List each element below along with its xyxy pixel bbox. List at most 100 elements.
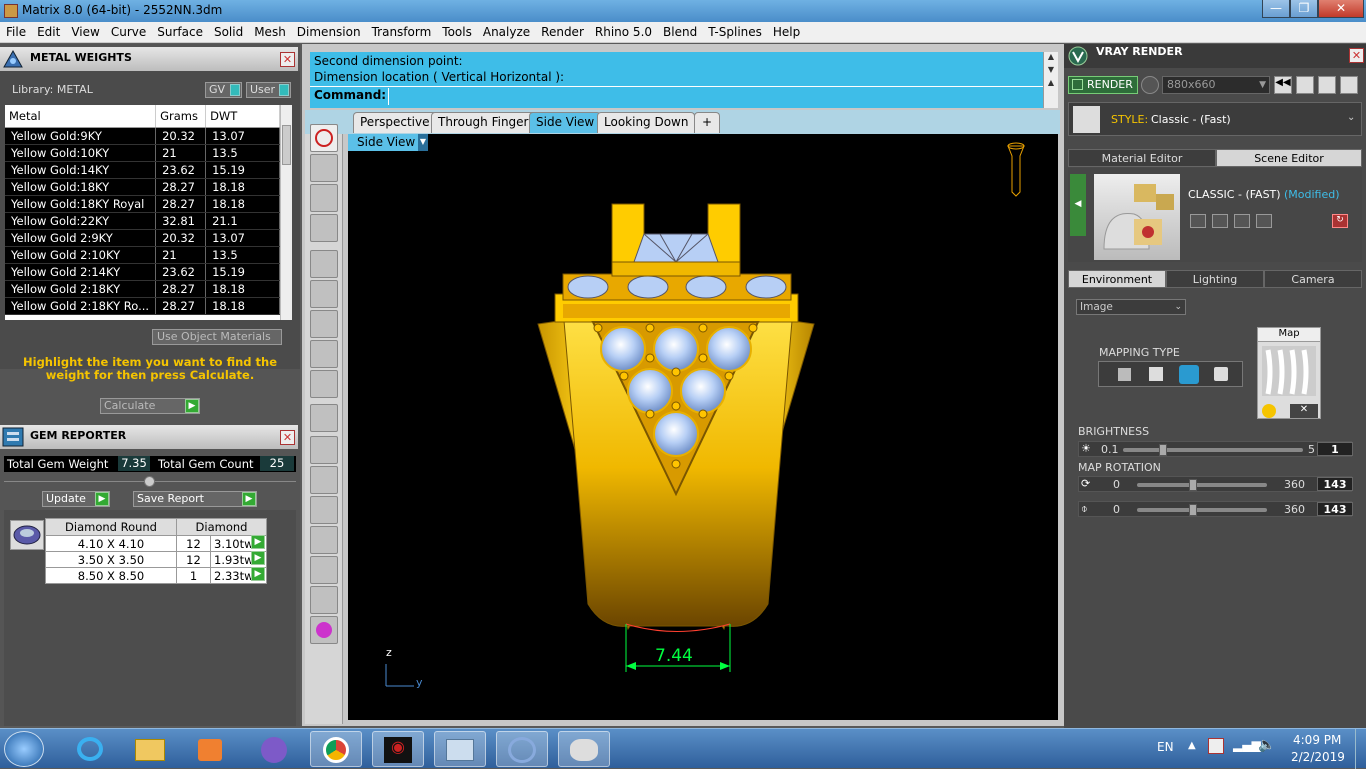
rotation-value-2[interactable]: 143: [1317, 502, 1353, 516]
menu-edit[interactable]: Edit: [31, 22, 65, 39]
col-grams[interactable]: Grams: [155, 105, 207, 128]
export-preset-icon[interactable]: [1234, 214, 1250, 228]
table-row[interactable]: Yellow Gold:18KY Royal 28.27 18.18: [5, 195, 280, 213]
box-edit-icon[interactable]: [310, 310, 338, 338]
render-button[interactable]: RENDER: [1068, 76, 1138, 94]
plane-mapping-icon[interactable]: [1118, 368, 1131, 381]
environment-type-select[interactable]: Image ⌄: [1076, 299, 1186, 315]
rotation-value-1[interactable]: 143: [1317, 477, 1353, 491]
network-icon[interactable]: ▂▄▆: [1233, 738, 1261, 752]
network-icon[interactable]: [310, 214, 338, 242]
save-as-preset-icon[interactable]: [1212, 214, 1228, 228]
axis-icon[interactable]: [310, 250, 338, 278]
show-hidden-icons-icon[interactable]: ▲: [1188, 740, 1196, 751]
table-row[interactable]: Yellow Gold:22KY 32.81 21.1: [5, 212, 280, 230]
col-dwt[interactable]: DWT: [205, 105, 280, 128]
taskbar-viber-icon[interactable]: [248, 731, 300, 767]
table-row[interactable]: Yellow Gold 2:18KY 28.27 18.18: [5, 280, 280, 298]
brightness-slider-thumb[interactable]: [1159, 444, 1167, 456]
rotation-slider-2[interactable]: [1137, 508, 1267, 512]
menu-tsplines[interactable]: T-Splines: [702, 22, 767, 39]
tab-through-finger[interactable]: Through Finger: [431, 112, 536, 133]
grid-icon[interactable]: [1340, 76, 1358, 94]
pencil-icon[interactable]: [310, 436, 338, 464]
tab-scene-editor[interactable]: Scene Editor: [1216, 149, 1362, 167]
taskbar-explorer-icon[interactable]: [124, 731, 176, 767]
menu-tools[interactable]: Tools: [436, 22, 477, 39]
add-tab-icon[interactable]: +: [694, 112, 720, 133]
history-icon[interactable]: [310, 556, 338, 584]
table-row[interactable]: Yellow Gold:9KY 20.32 13.07: [5, 127, 280, 145]
metal-table-scrollbar[interactable]: [280, 105, 292, 320]
tab-lighting[interactable]: Lighting: [1166, 270, 1264, 288]
table-row[interactable]: Yellow Gold:10KY 21 13.5: [5, 144, 280, 162]
language-indicator[interactable]: EN: [1157, 740, 1174, 754]
box-copy-icon[interactable]: [310, 340, 338, 368]
calculate-button[interactable]: Calculate ▶: [100, 398, 200, 414]
close-metal-weights-button[interactable]: ✕: [280, 52, 295, 67]
color-map-icon[interactable]: [1262, 404, 1276, 418]
eraser-icon[interactable]: [310, 526, 338, 554]
globe-icon[interactable]: [310, 184, 338, 212]
menu-help[interactable]: Help: [767, 22, 805, 39]
taskbar-ie-icon[interactable]: [64, 731, 116, 767]
reset-preset-icon[interactable]: ↻: [1332, 214, 1348, 228]
rotation-slider-2-thumb[interactable]: [1189, 504, 1197, 516]
close-button[interactable]: ✕: [1318, 0, 1364, 18]
menu-file[interactable]: File: [0, 22, 31, 39]
viewport[interactable]: Side View ▼ 7.44 z y: [348, 134, 1058, 720]
import-preset-icon[interactable]: [1256, 214, 1272, 228]
close-gem-reporter-button[interactable]: ✕: [280, 430, 295, 445]
style-select[interactable]: STYLE: Classic - (Fast) ⌄: [1068, 102, 1362, 136]
show-desktop-button[interactable]: [1355, 729, 1366, 769]
gv-toggle[interactable]: GV: [205, 82, 242, 98]
table-row[interactable]: Yellow Gold 2:14KY 23.62 15.19: [5, 263, 280, 281]
menu-solid[interactable]: Solid: [208, 22, 248, 39]
rotation-slider-1[interactable]: [1137, 483, 1267, 487]
box-select-icon[interactable]: [310, 370, 338, 398]
start-button[interactable]: [4, 731, 44, 767]
minimize-button[interactable]: —: [1262, 0, 1290, 18]
tab-material-editor[interactable]: Material Editor: [1068, 149, 1216, 167]
map-thumbnail[interactable]: Map ✕: [1257, 327, 1321, 419]
tab-side-view[interactable]: Side View: [529, 112, 602, 133]
command-scrollbar[interactable]: ▲ ▼ ▲: [1043, 52, 1058, 108]
clock-time[interactable]: 4:09 PM: [1293, 733, 1341, 747]
use-object-materials-toggle[interactable]: Use Object Materials: [152, 329, 282, 345]
settings-icon[interactable]: [1296, 76, 1314, 94]
save-report-button[interactable]: Save Report ▶: [133, 491, 257, 507]
splitter-handle[interactable]: [144, 476, 155, 487]
collapse-arrow-icon[interactable]: ◀: [1070, 174, 1086, 236]
taskbar-chrome-icon[interactable]: [310, 731, 362, 767]
table-row[interactable]: 8.50 X 8.50 1 2.33tw: [45, 567, 267, 584]
action-center-icon[interactable]: [1208, 738, 1224, 754]
brightness-slider[interactable]: [1123, 448, 1303, 452]
gear-icon[interactable]: [310, 616, 338, 644]
menu-curve[interactable]: Curve: [105, 22, 151, 39]
rewind-icon[interactable]: ◀◀: [1274, 76, 1292, 94]
menu-rhino[interactable]: Rhino 5.0: [589, 22, 657, 39]
table-row[interactable]: Yellow Gold:14KY 23.62 15.19: [5, 161, 280, 179]
figure-icon[interactable]: [310, 586, 338, 614]
diamond-round-thumbnail[interactable]: [10, 520, 44, 550]
menu-surface[interactable]: Surface: [151, 22, 208, 39]
stop-icon[interactable]: [310, 124, 338, 152]
box-icon[interactable]: [310, 280, 338, 308]
menu-transform[interactable]: Transform: [366, 22, 437, 39]
tab-environment[interactable]: Environment: [1068, 270, 1166, 288]
col-metal[interactable]: Metal: [5, 105, 157, 128]
scale-tool-icon[interactable]: [310, 404, 338, 432]
tab-looking-down[interactable]: Looking Down: [597, 112, 696, 133]
taskbar-paint-icon[interactable]: [558, 731, 610, 767]
play-icon[interactable]: ▶: [251, 551, 265, 565]
menu-blend[interactable]: Blend: [657, 22, 702, 39]
table-row[interactable]: Yellow Gold 2:18KY Ro... 28.27 18.18: [5, 297, 280, 315]
close-vray-button[interactable]: ✕: [1349, 48, 1364, 63]
menu-view[interactable]: View: [65, 22, 104, 39]
update-button[interactable]: Update ▶: [42, 491, 110, 507]
play-icon[interactable]: ▶: [251, 535, 265, 549]
spherical-mapping-icon[interactable]: [1179, 365, 1199, 384]
menu-mesh[interactable]: Mesh: [248, 22, 291, 39]
save-preset-icon[interactable]: [1190, 214, 1206, 228]
environment-mapping-icon[interactable]: [1214, 367, 1228, 381]
